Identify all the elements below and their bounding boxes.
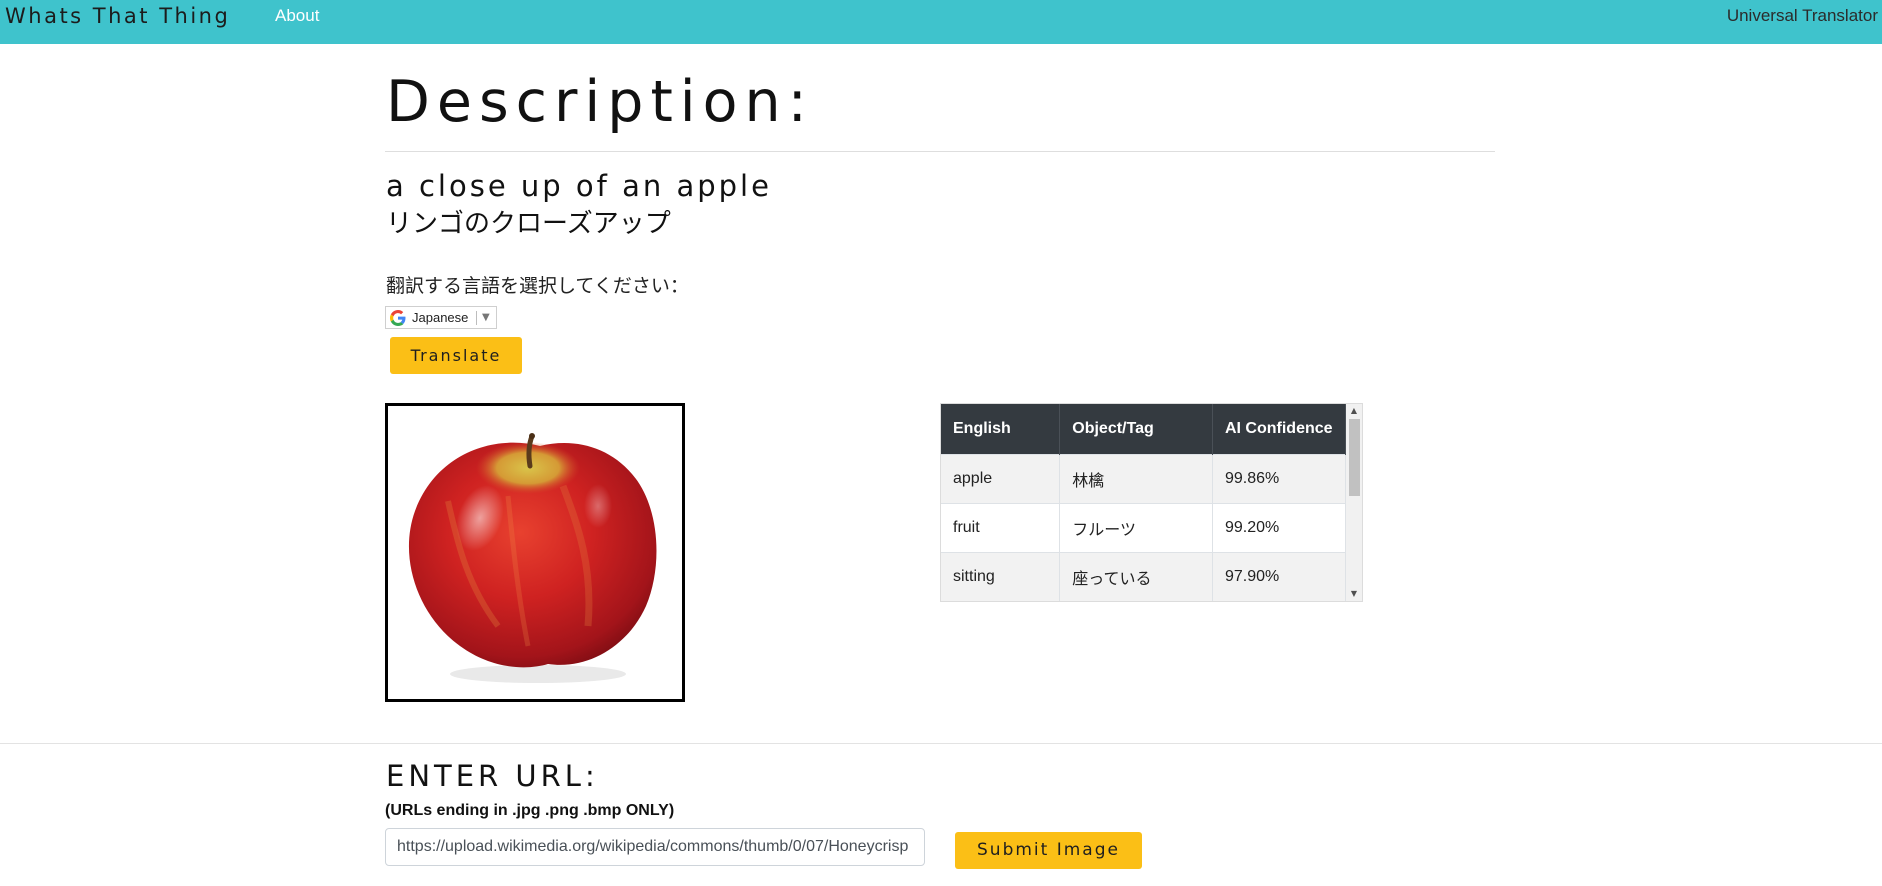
column-header-ai-confidence[interactable]: AI Confidence — [1212, 404, 1347, 454]
table-scrollbar[interactable]: ▲ ▼ — [1346, 404, 1362, 601]
caption-translated: リンゴのクローズアップ — [386, 209, 671, 239]
table-header-row: English Object/Tag AI Confidence — [941, 404, 1347, 454]
language-select[interactable]: Japanese ▼ — [385, 306, 497, 329]
section-divider — [385, 151, 1495, 152]
google-g-icon — [390, 310, 406, 326]
top-navbar: Whats That Thing About Universal Transla… — [0, 0, 1882, 44]
cell-english: sitting — [941, 551, 1061, 601]
url-section-title: ENTER URL: — [386, 759, 599, 793]
brand-logo[interactable]: Whats That Thing — [5, 3, 230, 29]
uploaded-image-frame — [385, 403, 685, 702]
scroll-up-arrow-icon[interactable]: ▲ — [1346, 404, 1362, 418]
url-section-divider — [0, 743, 1882, 744]
table-row: apple 林檎 99.86% — [941, 453, 1347, 503]
scroll-down-arrow-icon[interactable]: ▼ — [1346, 587, 1362, 601]
column-header-object-tag[interactable]: Object/Tag — [1059, 404, 1213, 454]
cell-confidence: 97.90% — [1212, 551, 1347, 601]
url-format-note: (URLs ending in .jpg .png .bmp ONLY) — [385, 802, 675, 819]
caption-english: a close up of an apple — [386, 169, 772, 203]
table-row: sitting 座っている 97.90% — [941, 551, 1347, 601]
language-select-label: 翻訳する言語を選択してください： — [386, 275, 689, 297]
cell-tag: 林檎 — [1059, 453, 1213, 503]
cell-tag: フルーツ — [1059, 502, 1213, 552]
submit-image-button[interactable]: Submit Image — [955, 832, 1142, 869]
tags-table: English Object/Tag AI Confidence apple 林… — [941, 404, 1347, 601]
tags-table-container[interactable]: English Object/Tag AI Confidence apple 林… — [940, 403, 1363, 602]
nav-link-about[interactable]: About — [275, 6, 319, 26]
nav-link-universal-translator[interactable]: Universal Translator — [1727, 6, 1878, 26]
select-separator — [476, 311, 477, 325]
table-row: fruit フルーツ 99.20% — [941, 502, 1347, 552]
cell-confidence: 99.20% — [1212, 502, 1347, 552]
chevron-down-icon: ▼ — [482, 312, 490, 323]
description-heading: Description: — [386, 69, 814, 135]
apple-photo — [408, 433, 657, 683]
cell-tag: 座っている — [1059, 551, 1213, 601]
cell-confidence: 99.86% — [1212, 453, 1347, 503]
cell-english: fruit — [941, 502, 1061, 552]
translate-button[interactable]: Translate — [390, 337, 522, 374]
scroll-thumb[interactable] — [1349, 419, 1360, 496]
cell-english: apple — [941, 453, 1061, 503]
selected-language: Japanese — [412, 310, 469, 325]
url-input[interactable] — [385, 828, 925, 866]
column-header-english[interactable]: English — [941, 404, 1061, 454]
